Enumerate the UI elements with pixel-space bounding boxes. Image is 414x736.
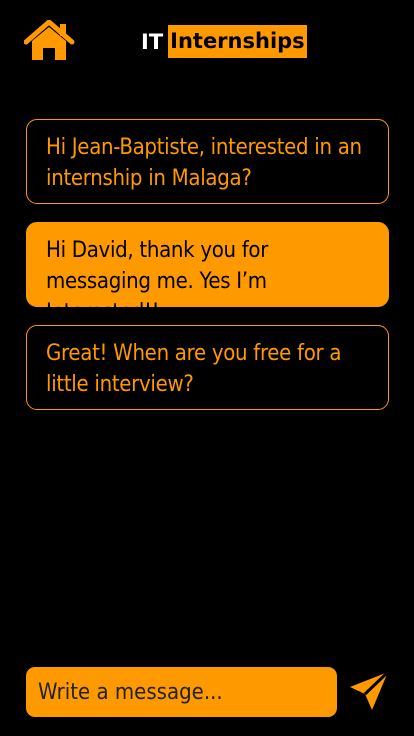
app-logo: IT Internships bbox=[141, 25, 307, 58]
chat-screen: IT Internships Hi Jean-Baptiste, interes… bbox=[0, 0, 414, 736]
message-text: Hi David, thank you for messaging me. Ye… bbox=[46, 238, 269, 325]
message-bubble-received: Great! When are you free for a little in… bbox=[26, 325, 389, 410]
message-text: Hi Jean-Baptiste, interested in an inter… bbox=[46, 135, 362, 191]
message-bubble-sent: Hi David, thank you for messaging me. Ye… bbox=[26, 222, 389, 325]
message-list: Hi Jean-Baptiste, interested in an inter… bbox=[26, 119, 389, 428]
send-button[interactable] bbox=[348, 670, 390, 712]
home-icon bbox=[23, 18, 75, 60]
home-button[interactable] bbox=[23, 18, 76, 64]
message-composer bbox=[0, 667, 414, 717]
message-text: Great! When are you free for a little in… bbox=[46, 341, 342, 397]
app-header: IT Internships bbox=[0, 0, 414, 84]
send-icon bbox=[350, 670, 390, 710]
brand-prefix: IT bbox=[141, 29, 164, 54]
message-input[interactable] bbox=[26, 667, 337, 717]
brand-name: Internships bbox=[168, 25, 307, 58]
message-bubble-received: Hi Jean-Baptiste, interested in an inter… bbox=[26, 119, 389, 204]
